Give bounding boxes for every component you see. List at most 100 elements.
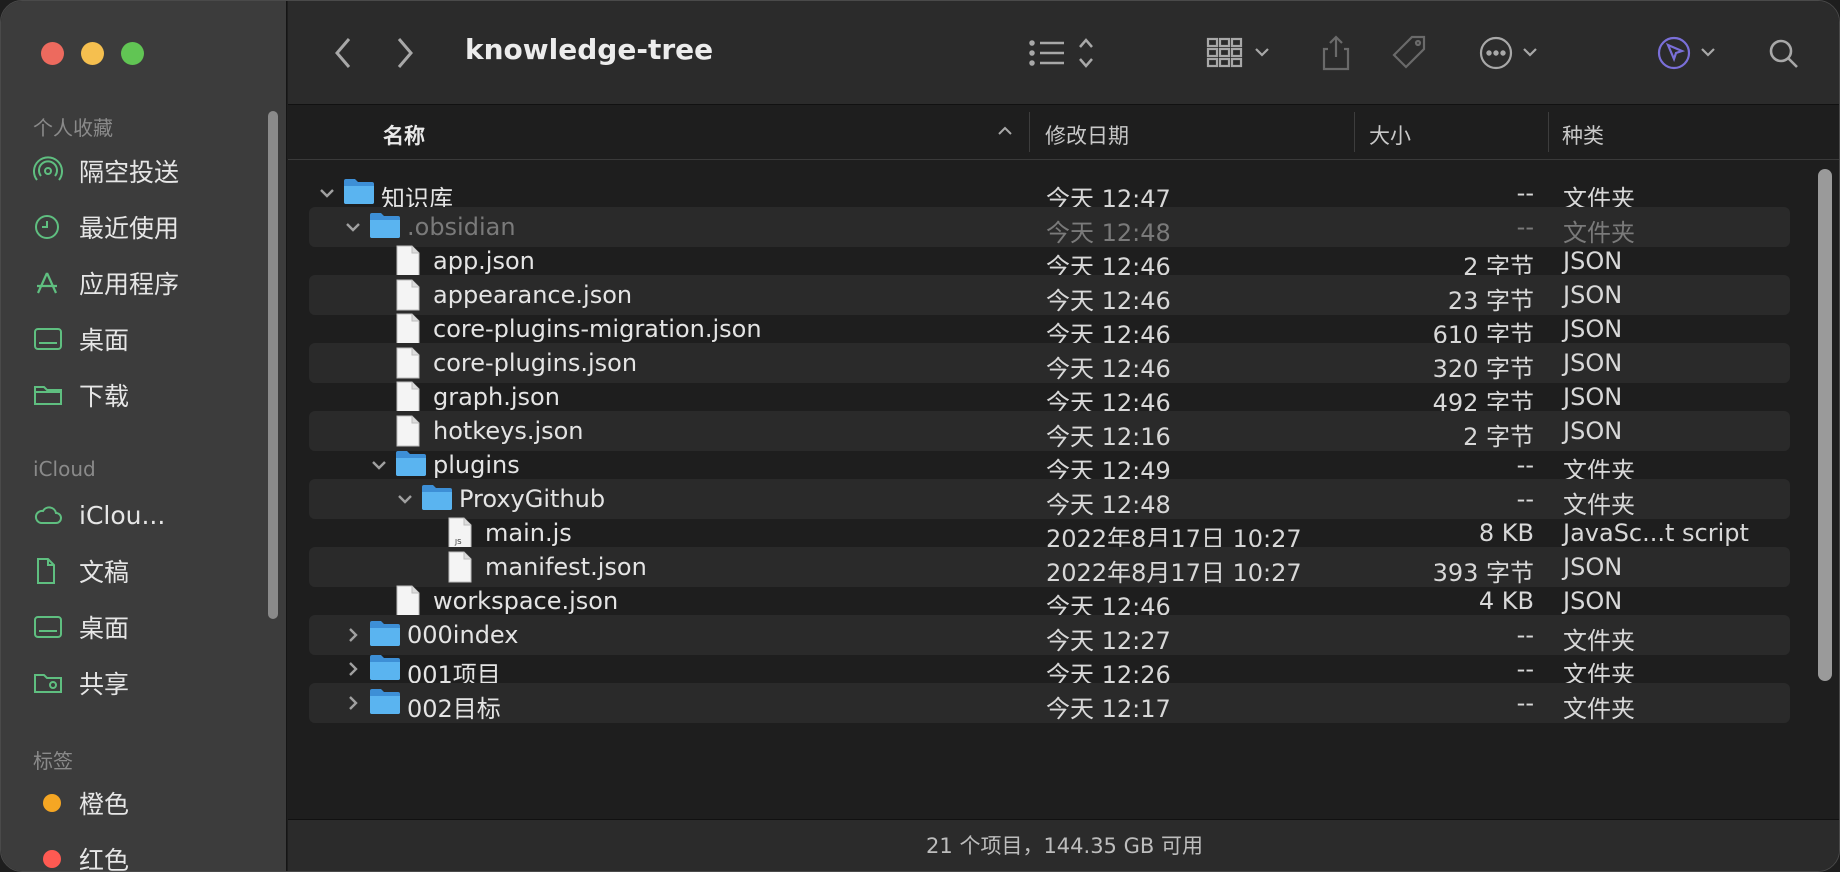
sidebar-item-icloud-desktop[interactable]: 桌面 [33, 605, 263, 649]
file-size: 8 KB [1478, 519, 1534, 547]
minimize-window-button[interactable] [81, 42, 104, 65]
file-size: 4 KB [1478, 587, 1534, 615]
tag-button[interactable] [1390, 31, 1430, 75]
file-kind: JSON [1563, 247, 1623, 275]
folder-icon [369, 619, 401, 651]
search-button[interactable] [1766, 31, 1802, 75]
more-actions-button[interactable] [1478, 31, 1548, 75]
file-name: main.js [485, 519, 572, 547]
desktop-icon [33, 612, 67, 642]
column-divider[interactable] [1548, 112, 1549, 152]
ellipsis-circle-icon [1479, 36, 1537, 70]
sidebar-item-shared[interactable]: 共享 [33, 661, 263, 705]
sidebar-item-downloads[interactable]: 下载 [33, 373, 263, 417]
sidebar-item-airdrop[interactable]: 隔空投送 [33, 149, 263, 193]
disclosure-expanded-icon[interactable] [395, 489, 415, 509]
file-name: app.json [433, 247, 535, 275]
file-name: plugins [433, 451, 520, 479]
document-file-icon [395, 313, 427, 345]
column-kind-header[interactable]: 种类 [1562, 120, 1604, 150]
sidebar-item-desktop[interactable]: 桌面 [33, 317, 263, 361]
folder-icon [421, 483, 453, 515]
grid-icon [1206, 37, 1269, 68]
file-size: -- [1516, 451, 1534, 479]
disclosure-expanded-icon[interactable] [317, 183, 337, 203]
group-button[interactable] [1206, 31, 1276, 75]
file-size: -- [1516, 485, 1534, 513]
document-file-icon [395, 245, 427, 277]
search-icon [1769, 39, 1798, 68]
cloud-icon [33, 500, 67, 530]
shared-folder-icon [33, 668, 67, 698]
file-kind: 文件夹 [1563, 695, 1635, 723]
disclosure-expanded-icon[interactable] [369, 455, 389, 475]
sidebar-item-label: 共享 [79, 670, 130, 699]
file-list-scrollbar[interactable] [1818, 169, 1832, 681]
document-file-icon [395, 347, 427, 379]
svg-text:JS: JS [454, 538, 462, 546]
close-window-button[interactable] [41, 42, 64, 65]
back-button[interactable] [332, 31, 356, 75]
view-options-button[interactable] [1028, 31, 1100, 75]
folder-icon [33, 380, 67, 410]
file-kind: JSON [1563, 349, 1623, 377]
icloud-heading: iCloud [33, 457, 96, 481]
column-name-header[interactable]: 名称 [383, 120, 425, 150]
file-name: hotkeys.json [433, 417, 584, 445]
document-file-icon [395, 279, 427, 311]
tag-dot-icon [43, 850, 61, 868]
window-title: knowledge-tree [465, 33, 714, 66]
column-date-header[interactable]: 修改日期 [1045, 120, 1129, 150]
column-size-header[interactable]: 大小 [1369, 120, 1411, 150]
tags-heading: 标签 [33, 749, 73, 773]
file-kind: JSON [1563, 281, 1623, 309]
sidebar-item-label: 桌面 [79, 326, 130, 355]
column-header: 名称 修改日期 大小 种类 [288, 106, 1839, 160]
disclosure-collapsed-icon[interactable] [343, 659, 363, 679]
sidebar-item-label: iClou... [79, 500, 166, 530]
file-name: .obsidian [407, 213, 516, 241]
tag-dot-icon [43, 794, 61, 812]
airdrop-icon [33, 156, 67, 186]
file-name: manifest.json [485, 553, 647, 581]
file-name: core-plugins.json [433, 349, 638, 377]
sidebar-item-label: 最近使用 [79, 214, 180, 243]
cursor-circle-icon [1657, 36, 1715, 70]
sidebar-item-label: 隔空投送 [79, 158, 180, 187]
sidebar-scrollbar[interactable] [268, 111, 278, 619]
share-button[interactable] [1318, 31, 1354, 75]
folder-row[interactable]: 002目标 今天 12:17 -- 文件夹 [309, 683, 1790, 723]
markup-button[interactable] [1656, 31, 1726, 75]
file-kind: JSON [1563, 315, 1623, 343]
list-view-icon [1029, 38, 1093, 68]
finder-window: 个人收藏 隔空投送 最近使用 应用程序 桌面 下载 iCloud iClou..… [0, 0, 1840, 872]
chevron-right-icon [397, 38, 413, 68]
forward-button[interactable] [392, 31, 416, 75]
sidebar-item-documents[interactable]: 文稿 [33, 549, 263, 593]
sidebar-item-icloud-drive[interactable]: iClou... [33, 493, 263, 537]
disclosure-collapsed-icon[interactable] [343, 625, 363, 645]
column-divider[interactable] [1029, 112, 1030, 152]
file-size: -- [1516, 213, 1534, 241]
folder-icon [369, 211, 401, 243]
file-name: ProxyGithub [459, 485, 606, 513]
sidebar-tag-orange[interactable]: 橙色 [33, 781, 263, 825]
applications-icon [33, 268, 67, 298]
sidebar-tag-red[interactable]: 红色 [33, 837, 263, 871]
chevron-left-icon [335, 38, 351, 68]
file-name: 000index [407, 621, 519, 649]
javascript-file-icon: JS [447, 517, 479, 549]
file-size: -- [1516, 689, 1534, 717]
file-kind: JSON [1563, 417, 1623, 445]
file-date: 今天 12:17 [1046, 695, 1171, 723]
file-name: core-plugins-migration.json [433, 315, 762, 343]
file-kind: JSON [1563, 587, 1623, 615]
sidebar-item-recents[interactable]: 最近使用 [33, 205, 263, 249]
fullscreen-window-button[interactable] [121, 42, 144, 65]
sidebar-item-applications[interactable]: 应用程序 [33, 261, 263, 305]
column-divider[interactable] [1354, 112, 1355, 152]
file-name: graph.json [433, 383, 560, 411]
disclosure-collapsed-icon[interactable] [343, 693, 363, 713]
clock-icon [33, 212, 67, 242]
disclosure-expanded-icon[interactable] [343, 217, 363, 237]
